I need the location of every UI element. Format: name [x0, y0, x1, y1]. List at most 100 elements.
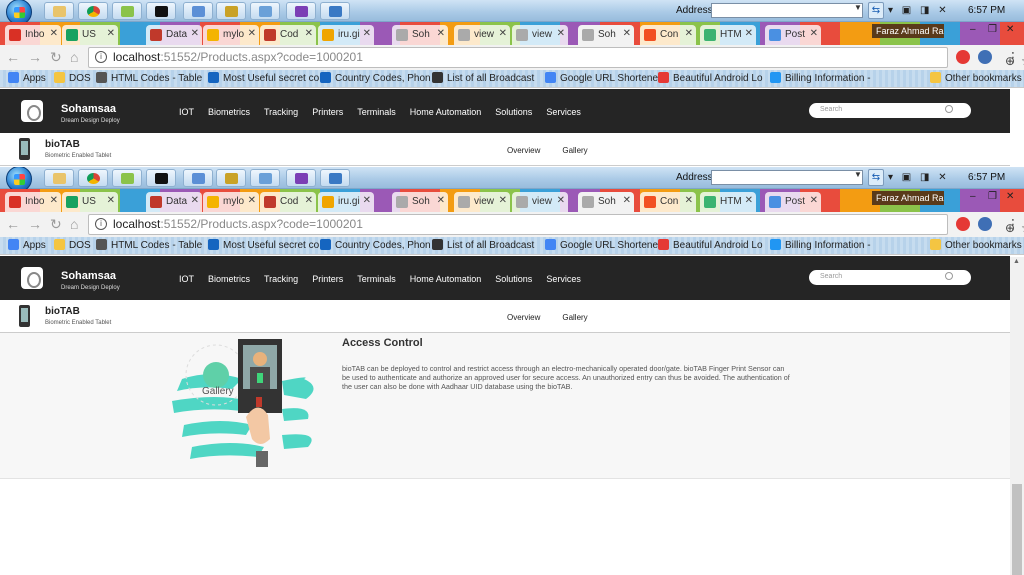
browser-tab[interactable]: view ✕ — [454, 25, 510, 45]
browser-tab[interactable]: Cod ✕ — [260, 192, 316, 212]
browser-tab[interactable]: view ✕ — [454, 192, 510, 212]
close-tab-icon[interactable]: ✕ — [305, 195, 313, 206]
minimize-icon[interactable]: – — [970, 191, 976, 202]
browser-tab[interactable]: mylo ✕ — [203, 25, 259, 45]
site-info-icon[interactable]: i — [95, 218, 107, 230]
nav-link-printers[interactable]: Printers — [312, 107, 343, 117]
browser-tab[interactable]: mylo ✕ — [203, 192, 259, 212]
back-icon[interactable]: ← — [6, 216, 20, 232]
visual-studio-taskbar-button[interactable] — [286, 169, 316, 187]
bookmark-item[interactable]: DOS — [54, 72, 91, 84]
browser-tab[interactable]: Post ✕ — [765, 25, 821, 45]
browser-tab[interactable]: Inbo ✕ — [5, 192, 61, 212]
close-tab-icon[interactable]: ✕ — [557, 28, 565, 39]
site-logo[interactable] — [21, 267, 43, 289]
notes-taskbar-button[interactable] — [250, 2, 280, 20]
bookmark-item[interactable]: Country Codes, Phon — [320, 239, 431, 251]
bookmark-item[interactable]: Google URL Shortene — [545, 239, 658, 251]
browser-tab[interactable]: US ✕ — [62, 25, 118, 45]
bookmark-item[interactable]: List of all Broadcast — [432, 72, 534, 84]
reload-icon[interactable]: ↻ — [50, 216, 62, 233]
address-input[interactable] — [711, 170, 863, 185]
address-dropdown-icon[interactable]: ▼ — [854, 170, 862, 179]
nav-link-biometrics[interactable]: Biometrics — [208, 274, 250, 284]
close-tab-icon[interactable]: ✕ — [810, 28, 818, 39]
chrome-taskbar-button[interactable] — [78, 169, 108, 187]
close-tab-icon[interactable]: ✕ — [191, 195, 199, 206]
bookmark-item[interactable]: Billing Information - — [770, 72, 871, 84]
browser-tab[interactable]: view ✕ — [512, 25, 568, 45]
close-tab-icon[interactable]: ✕ — [623, 195, 631, 206]
bookmark-item[interactable]: Apps — [8, 72, 46, 84]
close-tab-icon[interactable]: ✕ — [745, 195, 753, 206]
tools-taskbar-button[interactable] — [216, 2, 246, 20]
nav-link-printers[interactable]: Printers — [312, 274, 343, 284]
brand-name[interactable]: Sohamsaa — [61, 270, 116, 282]
minimize-icon[interactable]: – — [970, 24, 976, 35]
browser-tab[interactable]: Cod ✕ — [260, 25, 316, 45]
browser-tab[interactable]: Soh ✕ — [392, 192, 448, 212]
browser-tab[interactable]: Data ✕ — [146, 25, 202, 45]
chrome-taskbar-button[interactable] — [78, 2, 108, 20]
android-taskbar-button[interactable] — [112, 169, 142, 187]
brand-name[interactable]: Sohamsaa — [61, 103, 116, 115]
browser-tab[interactable]: view ✕ — [512, 192, 568, 212]
system-tray-icons[interactable]: ▾ ▣ ◨ ✕ — [888, 5, 950, 16]
snipping-taskbar-button[interactable] — [320, 169, 350, 187]
scroll-up-icon[interactable]: ▲ — [1013, 258, 1020, 265]
nav-link-tracking[interactable]: Tracking — [264, 107, 298, 117]
close-tab-icon[interactable]: ✕ — [499, 28, 507, 39]
close-tab-icon[interactable]: ✕ — [499, 195, 507, 206]
back-icon[interactable]: ← — [6, 49, 20, 65]
close-tab-icon[interactable]: ✕ — [810, 195, 818, 206]
product-tab-overview[interactable]: Overview — [507, 146, 540, 155]
bookmark-item[interactable]: Google URL Shortene — [545, 72, 658, 84]
forward-icon[interactable]: → — [28, 216, 42, 232]
close-tab-icon[interactable]: ✕ — [623, 28, 631, 39]
product-tab-overview[interactable]: Overview — [507, 313, 540, 322]
menu-icon[interactable]: ⋮ — [1006, 49, 1020, 66]
close-tab-icon[interactable]: ✕ — [248, 28, 256, 39]
browser-tab[interactable]: iru.gi ✕ — [318, 192, 374, 212]
restore-icon[interactable]: ❐ — [988, 24, 997, 35]
bookmark-item[interactable]: Other bookmarks — [930, 239, 1022, 251]
close-tab-icon[interactable]: ✕ — [305, 28, 313, 39]
browser-tab[interactable]: Inbo ✕ — [5, 25, 61, 45]
address-dropdown-icon[interactable]: ▼ — [854, 3, 862, 12]
close-tab-icon[interactable]: ✕ — [685, 28, 693, 39]
browser-tab[interactable]: Post ✕ — [765, 192, 821, 212]
browser-tab[interactable]: US ✕ — [62, 192, 118, 212]
explorer-taskbar-button[interactable] — [44, 2, 74, 20]
visual-studio-taskbar-button[interactable] — [286, 2, 316, 20]
close-tab-icon[interactable]: ✕ — [50, 28, 58, 39]
site-info-icon[interactable]: i — [95, 51, 107, 63]
close-tab-icon[interactable]: ✕ — [50, 195, 58, 206]
close-tab-icon[interactable]: ✕ — [363, 28, 371, 39]
close-tab-icon[interactable]: ✕ — [363, 195, 371, 206]
cmd-taskbar-button[interactable] — [146, 169, 176, 187]
scrollbar-thumb[interactable] — [1012, 484, 1022, 575]
address-input[interactable] — [711, 3, 863, 18]
site-logo[interactable] — [21, 100, 43, 122]
bookmark-item[interactable]: DOS — [54, 239, 91, 251]
notes-taskbar-button[interactable] — [250, 169, 280, 187]
product-tab-gallery[interactable]: Gallery — [562, 313, 587, 322]
bookmark-item[interactable]: HTML Codes - Table — [96, 239, 202, 251]
search-icon[interactable] — [945, 272, 953, 280]
profile-button[interactable]: Faraz Ahmad Ra... — [872, 24, 944, 38]
browser-tab[interactable]: HTM ✕ — [700, 25, 756, 45]
browser-tab[interactable]: Con ✕ — [640, 25, 696, 45]
browser-tab[interactable]: Soh ✕ — [578, 192, 634, 212]
home-icon[interactable]: ⌂ — [70, 49, 78, 65]
product-tab-gallery[interactable]: Gallery — [562, 146, 587, 155]
bookmark-item[interactable]: Most Useful secret co — [208, 72, 319, 84]
bookmark-item[interactable]: Country Codes, Phon — [320, 72, 431, 84]
close-window-icon[interactable]: ✕ — [1006, 24, 1014, 35]
opera-extension-icon[interactable] — [956, 50, 970, 64]
close-tab-icon[interactable]: ✕ — [437, 195, 445, 206]
nav-link-services[interactable]: Services — [546, 274, 581, 284]
nav-link-iot[interactable]: IOT — [179, 274, 194, 284]
close-tab-icon[interactable]: ✕ — [107, 28, 115, 39]
android-taskbar-button[interactable] — [112, 2, 142, 20]
bookmark-item[interactable]: List of all Broadcast — [432, 239, 534, 251]
